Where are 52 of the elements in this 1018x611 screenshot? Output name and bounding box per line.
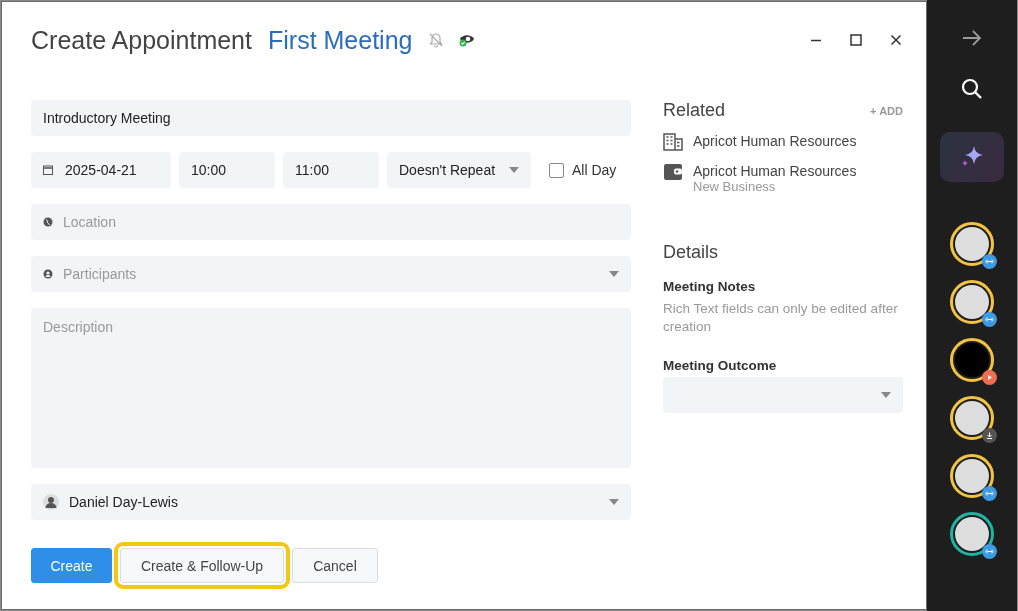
link-badge-icon xyxy=(982,312,997,327)
field-label: Meeting Notes xyxy=(663,279,757,294)
download-badge-icon xyxy=(982,428,997,443)
sparkle-button[interactable] xyxy=(940,132,1004,182)
thumbnail-ring[interactable] xyxy=(950,454,994,498)
link-badge-icon xyxy=(982,544,997,559)
field-label: Meeting Outcome xyxy=(663,358,778,373)
thumbnail-placeholder xyxy=(955,401,989,435)
thumbnail-ring[interactable] xyxy=(950,512,994,556)
date-field[interactable]: 2025-04-21 xyxy=(31,152,171,188)
wallet-icon xyxy=(663,163,683,181)
search-icon[interactable] xyxy=(961,78,983,100)
owner-dropdown[interactable]: Daniel Day-Lewis xyxy=(31,484,631,520)
caret-icon xyxy=(509,167,519,173)
thumbnail-placeholder xyxy=(955,227,989,261)
thumbnail-ring[interactable] xyxy=(950,280,994,324)
repeat-dropdown[interactable]: Doesn't Repeat xyxy=(387,152,531,188)
thumbnail-ring[interactable] xyxy=(950,338,994,382)
caret-icon xyxy=(881,392,891,398)
field-hint: Rich Text fields can only be edited after creation xyxy=(663,300,899,336)
thumbnail-ring[interactable] xyxy=(950,222,994,266)
building-icon xyxy=(663,133,683,151)
thumbnail-placeholder xyxy=(955,459,989,493)
arrow-right-icon[interactable] xyxy=(962,30,982,46)
all-day-checkbox[interactable] xyxy=(549,162,564,178)
section-title: Details xyxy=(663,242,720,263)
calendar-icon xyxy=(43,165,53,175)
related-link[interactable]: Apricot Human Resources xyxy=(693,163,857,179)
caret-icon xyxy=(609,499,619,505)
thumbnail-ring[interactable] xyxy=(950,396,994,440)
person-icon xyxy=(43,269,53,279)
link-badge-icon xyxy=(982,254,997,269)
appointment-subject: First Meeting xyxy=(268,25,413,55)
play-badge-icon xyxy=(982,370,997,385)
caret-icon xyxy=(609,271,619,277)
globe-icon xyxy=(43,217,53,227)
thumbnail-placeholder xyxy=(955,517,989,551)
end-time-field[interactable]: 11:00 xyxy=(283,152,379,188)
start-time-field[interactable]: 10:00 xyxy=(179,152,275,188)
action-button[interactable]: Cancel xyxy=(292,548,378,583)
avatar-icon xyxy=(43,494,59,510)
thumbnail-placeholder xyxy=(955,343,989,377)
link-badge-icon xyxy=(982,486,997,501)
close-icon[interactable] xyxy=(890,34,902,46)
related-link[interactable]: Apricot Human Resources xyxy=(693,133,857,149)
related-subtitle: New Business xyxy=(693,179,777,194)
thumbnail-placeholder xyxy=(955,285,989,319)
title-field[interactable]: Introductory Meeting xyxy=(31,100,631,136)
all-day-label: All Day xyxy=(572,162,617,178)
maximize-icon[interactable] xyxy=(850,34,862,46)
dialog-title: Create Appointment xyxy=(31,25,252,55)
section-title: Related xyxy=(663,100,726,121)
